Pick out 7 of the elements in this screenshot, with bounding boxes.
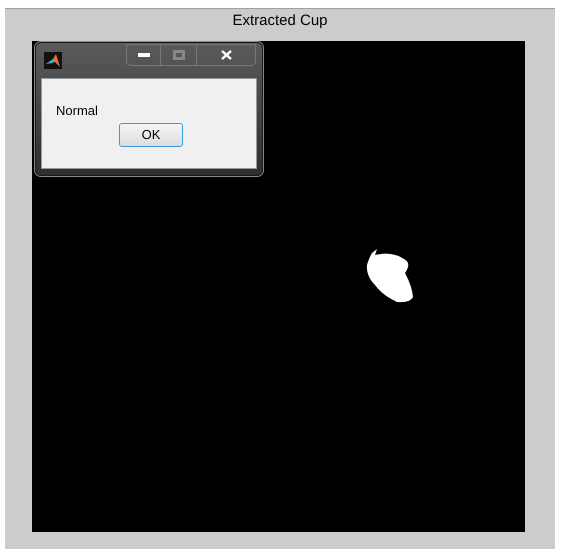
minimize-icon	[138, 53, 150, 57]
close-icon	[220, 50, 232, 60]
figure-title: Extracted Cup	[232, 11, 328, 31]
maximize-icon	[172, 50, 184, 60]
app-logo-icon	[44, 52, 62, 69]
dialog-message: Normal	[56, 103, 99, 119]
ok-button[interactable]: OK	[119, 123, 183, 147]
